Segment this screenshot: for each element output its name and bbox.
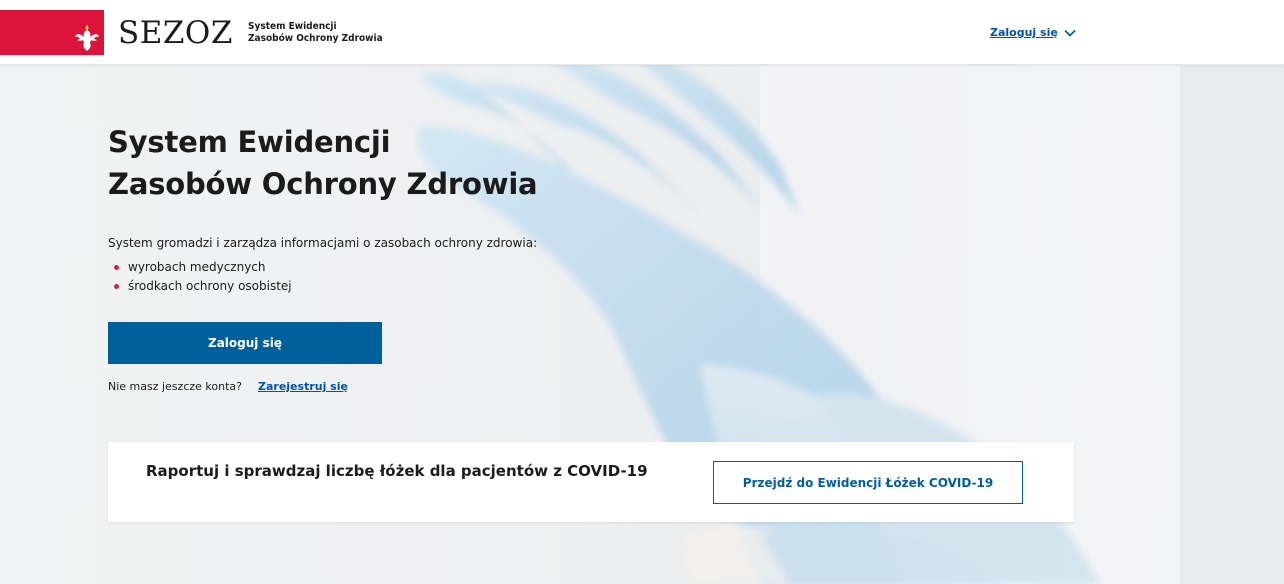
system-description: System gromadzi i zarządza informacjami …	[108, 236, 538, 250]
site-header: SEZOZ System Ewidencji Zasobów Ochrony Z…	[0, 0, 1284, 65]
no-account-text: Nie masz jeszcze konta?	[108, 380, 242, 393]
page-title-line2: Zasobów Ochrony Zdrowia	[108, 167, 538, 201]
brand-subtitle-line1: System Ewidencji	[248, 21, 337, 32]
login-button[interactable]: Zaloguj się	[108, 322, 382, 364]
resource-list: wyrobach medycznych środkach ochrony oso…	[114, 258, 292, 296]
page-title-line1: System Ewidencji	[108, 125, 391, 159]
chevron-down-icon[interactable]	[1064, 29, 1076, 37]
polish-eagle-emblem-icon	[75, 25, 99, 51]
hero-section: System Ewidencji Zasobów Ochrony Zdrowia…	[0, 65, 1284, 584]
list-item-medical-devices: wyrobach medycznych	[114, 258, 292, 277]
covid-beds-registry-button[interactable]: Przejdź do Ewidencji Łóżek COVID-19	[713, 461, 1023, 504]
covid-card-text: Raportuj i sprawdzaj liczbę łóżek dla pa…	[146, 462, 648, 480]
register-link[interactable]: Zarejestruj się	[258, 380, 348, 393]
brand-subtitle-line2: Zasobów Ochrony Zdrowia	[248, 33, 383, 44]
brand-name[interactable]: SEZOZ	[118, 14, 233, 52]
list-item-ppe: środkach ochrony osobistej	[114, 277, 292, 296]
brand-red-bar	[0, 10, 104, 55]
brand-subtitle: System Ewidencji Zasobów Ochrony Zdrowia	[248, 21, 383, 45]
covid-beds-card: Raportuj i sprawdzaj liczbę łóżek dla pa…	[108, 442, 1074, 522]
login-menu-label[interactable]: Zaloguj się	[990, 26, 1058, 39]
page-title: System Ewidencji Zasobów Ochrony Zdrowia	[108, 121, 538, 205]
login-menu-toggle[interactable]: Zaloguj się	[990, 26, 1076, 39]
